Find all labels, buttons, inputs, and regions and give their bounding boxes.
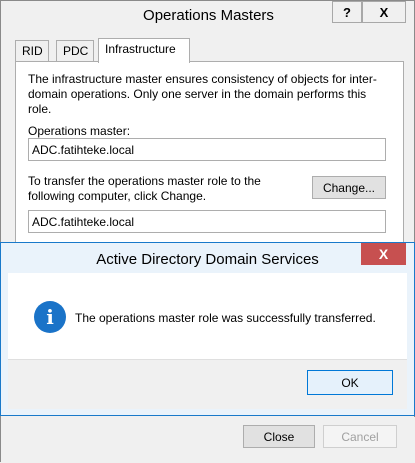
cancel-button[interactable]: Cancel [323, 425, 397, 448]
dialog-message: The operations master role was successfu… [75, 311, 376, 325]
role-description: The infrastructure master ensures consis… [28, 72, 377, 116]
help-button[interactable]: ? [332, 1, 362, 23]
ops-master-field[interactable]: ADC.fatihteke.local [28, 138, 386, 161]
tab-infrastructure[interactable]: Infrastructure [98, 38, 190, 63]
tab-rid[interactable]: RID [15, 40, 49, 61]
dialog-title: Active Directory Domain Services [96, 251, 319, 268]
info-icon: i [34, 301, 66, 333]
transfer-instructions: To transfer the operations master role t… [28, 174, 261, 203]
window-titlebar: Operations Masters ? X [1, 1, 414, 31]
dialog-close-button[interactable]: X [361, 243, 406, 265]
change-button[interactable]: Change... [312, 176, 386, 199]
target-computer-field[interactable]: ADC.fatihteke.local [28, 210, 386, 233]
tab-pdc[interactable]: PDC [56, 40, 94, 61]
ops-master-label: Operations master: [28, 124, 131, 138]
close-window-button[interactable]: X [362, 1, 406, 23]
ok-button[interactable]: OK [307, 370, 393, 395]
dialog-titlebar: Active Directory Domain Services X [1, 243, 414, 273]
close-button[interactable]: Close [243, 425, 315, 448]
footer-area: Close Cancel [1, 417, 415, 463]
